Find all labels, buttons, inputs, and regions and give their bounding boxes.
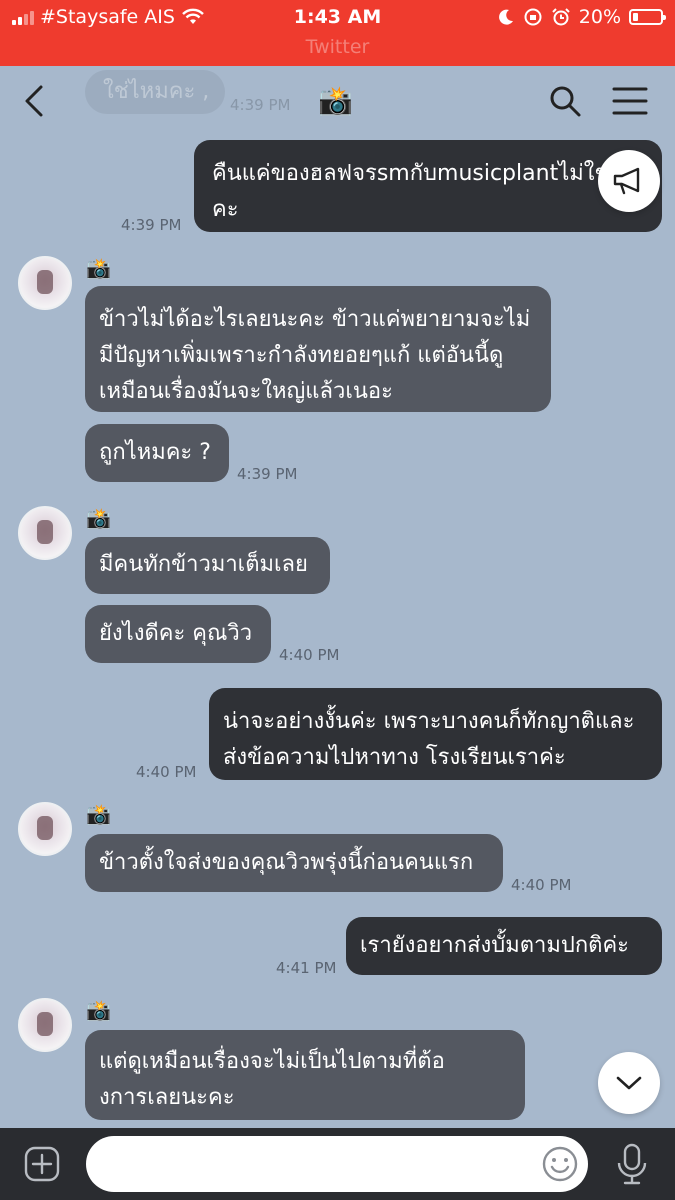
smiley-icon[interactable]	[540, 1144, 580, 1184]
announcement-button[interactable]	[598, 150, 660, 212]
chevron-left-icon[interactable]	[18, 83, 54, 119]
message-line: มีคนทักข้าวมาเต็มเลย	[99, 552, 308, 577]
message-line: แต่ดูเหมือนเรื่องจะไม่เป็นไปตามที่ต้อ	[99, 1049, 445, 1074]
message-line: มีปัญหาเพิ่มเพราะกำลังทยอยๆแก้ แต่อันนี้…	[99, 343, 504, 368]
message-line: คะ	[212, 197, 239, 222]
sender-name: 📸	[86, 998, 111, 1022]
battery-percent: 20%	[578, 6, 621, 28]
message-line: เรายังอยากส่งบั้มตามปกติค่ะ	[360, 933, 629, 958]
scrolled-message: ใช่ไหมคะ ,	[85, 70, 225, 114]
status-right: 20%	[497, 6, 666, 28]
message-time: 4:39 PM	[237, 465, 298, 483]
message-bubble-received[interactable]: ยังไงดีคะ คุณวิว	[85, 605, 271, 663]
message-line: ข้าวไม่ได้อะไรเลยนะคะ ข้าวแค่พยายามจะไม่	[99, 307, 531, 332]
chevron-down-icon	[616, 1076, 642, 1090]
search-icon[interactable]	[548, 84, 582, 118]
message-bubble-received[interactable]: ข้าวไม่ได้อะไรเลยนะคะ ข้าวแค่พยายามจะไม่…	[85, 286, 551, 412]
message-line: คืนแค่ของฮลฟจรsmกับmusicplantไม่ใช่	[212, 161, 610, 186]
message-bubble-sent[interactable]: คืนแค่ของฮลฟจรsmกับmusicplantไม่ใช่ คะ	[194, 140, 662, 232]
message-time: 4:41 PM	[276, 959, 337, 977]
scroll-down-button[interactable]	[598, 1052, 660, 1114]
message-time: 4:40 PM	[279, 646, 340, 664]
sender-name: 📸	[86, 506, 111, 530]
message-bubble-received[interactable]: ข้าวตั้งใจส่งของคุณวิวพรุ่งนี้ก่อนคนแรก	[85, 834, 503, 892]
battery-icon	[629, 9, 666, 25]
avatar[interactable]	[18, 802, 72, 856]
scrolled-message-time: 4:39 PM	[230, 96, 291, 114]
moon-icon	[498, 9, 513, 25]
message-bubble-received[interactable]: แต่ดูเหมือนเรื่องจะไม่เป็นไปตามที่ต้อ งก…	[85, 1030, 525, 1120]
chat-title[interactable]: 📸	[318, 84, 353, 117]
avatar[interactable]	[18, 998, 72, 1052]
message-time: 4:40 PM	[136, 763, 197, 781]
message-bubble-received[interactable]: มีคนทักข้าวมาเต็มเลย	[85, 537, 330, 594]
message-bubble-sent[interactable]: น่าจะอย่างงั้นค่ะ เพราะบางคนก็ทักญาติและ…	[209, 688, 662, 780]
message-input[interactable]	[86, 1136, 588, 1192]
message-line: งการเลยนะคะ	[99, 1085, 235, 1110]
message-line: ส่งข้อความไปหาทาง โรงเรียนเราค่ะ	[223, 745, 566, 770]
status-subtitle: Twitter	[305, 36, 370, 58]
microphone-icon[interactable]	[614, 1142, 650, 1186]
sender-name: 📸	[86, 802, 111, 826]
message-line: ถูกไหมคะ ?	[99, 440, 211, 465]
message-bubble-received[interactable]: ถูกไหมคะ ?	[85, 424, 229, 482]
rotation-lock-icon	[524, 8, 542, 26]
message-time: 4:40 PM	[511, 876, 572, 894]
hamburger-menu-icon[interactable]	[612, 86, 648, 116]
megaphone-icon	[613, 167, 640, 195]
message-line: น่าจะอย่างงั้นค่ะ เพราะบางคนก็ทักญาติและ	[223, 709, 635, 734]
message-line: ข้าวตั้งใจส่งของคุณวิวพรุ่งนี้ก่อนคนแรก	[99, 850, 474, 875]
composer-bar	[0, 1128, 675, 1200]
alarm-icon	[552, 8, 570, 26]
plus-icon[interactable]	[24, 1146, 60, 1182]
message-time: 4:39 PM	[121, 216, 182, 234]
avatar[interactable]	[18, 256, 72, 310]
avatar[interactable]	[18, 506, 72, 560]
message-line: ยังไงดีคะ คุณวิว	[99, 621, 253, 646]
message-bubble-sent[interactable]: เรายังอยากส่งบั้มตามปกติค่ะ	[346, 917, 662, 975]
status-bar: #Staysafe AIS 1:43 AM Twitter 20%	[0, 0, 675, 66]
message-line: เหมือนเรื่องมันจะใหญ่แล้วเนอะ	[99, 379, 393, 404]
sender-name: 📸	[86, 256, 111, 280]
